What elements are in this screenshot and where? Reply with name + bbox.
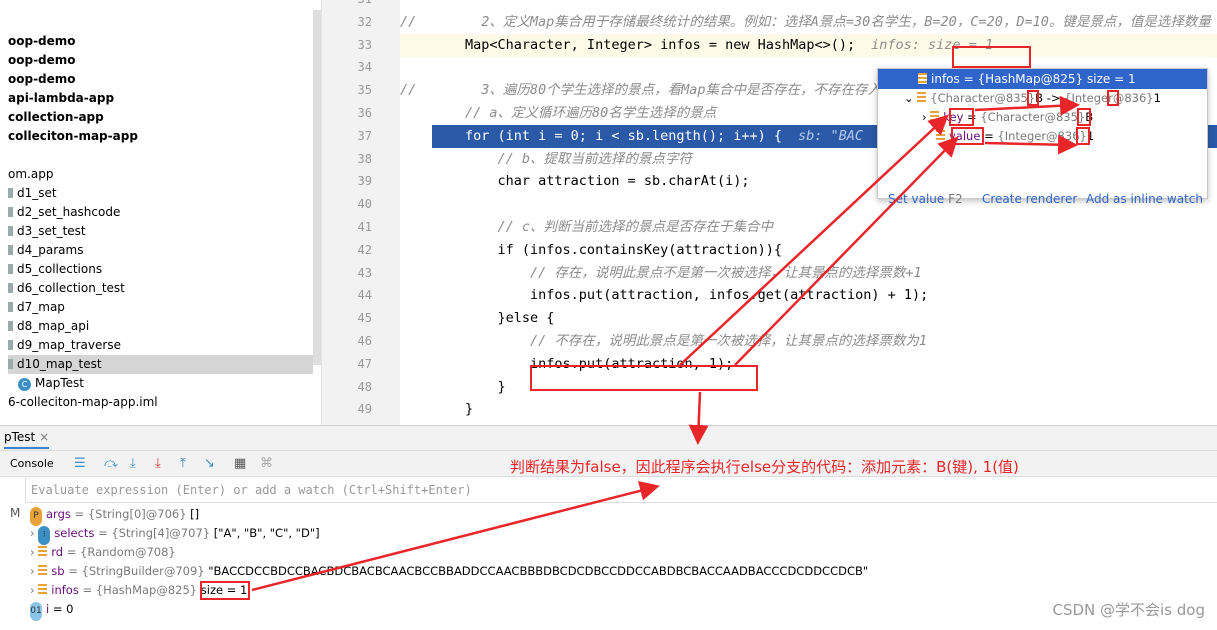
arrow-infos-to-note xyxy=(251,481,660,592)
arrow-to-note xyxy=(688,391,709,445)
arrow-value xyxy=(984,134,1078,155)
annotation-note: 判断结果为false，因此程序会执行else分支的代码：添加元素：B(键), 1… xyxy=(510,458,1019,476)
arrow-key xyxy=(974,95,1080,116)
annotation-arrows xyxy=(251,95,1080,592)
watermark: CSDN @学不会is dog xyxy=(1052,601,1205,619)
arrow-put-to-value xyxy=(734,136,959,366)
arrow-put-to-key xyxy=(679,114,949,366)
